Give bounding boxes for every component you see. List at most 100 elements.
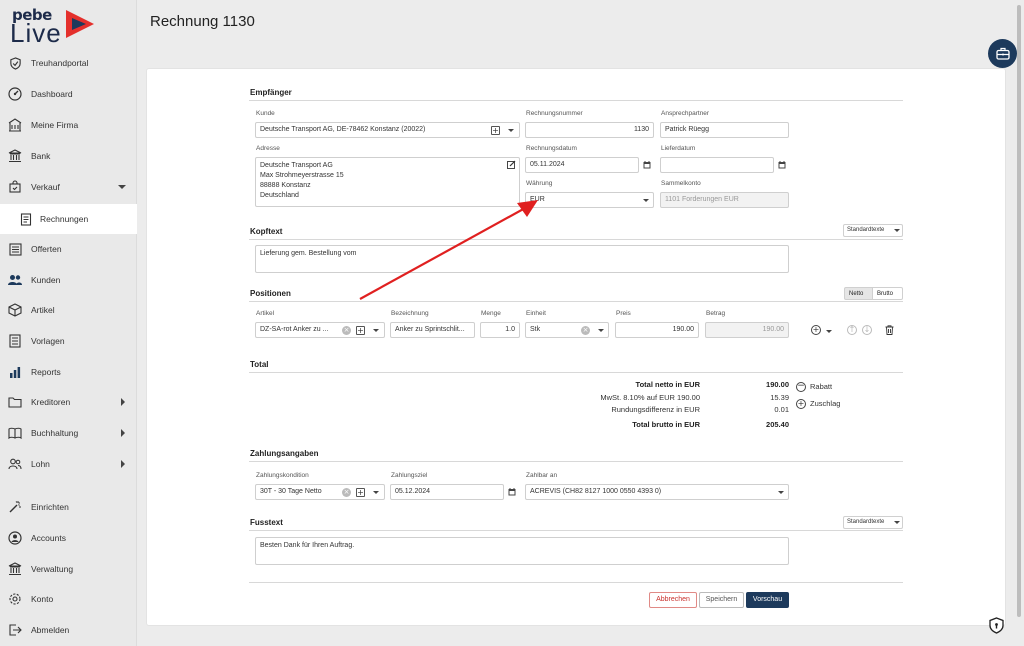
position-menge-input[interactable]: 1.0 [480, 322, 520, 338]
book-icon [8, 426, 22, 440]
rechnungsnummer-input[interactable]: 1130 [525, 122, 654, 138]
gear-icon [8, 592, 22, 606]
add-kunde-icon[interactable]: + [491, 126, 500, 135]
position-bezeichnung-input[interactable]: Anker zu Sprintschlit... [390, 322, 475, 338]
divider [249, 461, 903, 462]
netto-toggle[interactable]: Netto [844, 287, 873, 300]
chevron-down-icon[interactable] [643, 199, 649, 202]
zahlungskondition-select[interactable]: 30T - 30 Tage Netto [255, 484, 385, 500]
sidebar-item-verkauf[interactable]: Verkauf [0, 172, 137, 202]
chevron-down-icon[interactable] [826, 330, 832, 333]
zahlungsziel-input[interactable]: 05.12.2024 [390, 484, 504, 500]
abbrechen-button[interactable]: Abbrechen [649, 592, 697, 608]
vorschau-button[interactable]: Vorschau [746, 592, 789, 608]
cart-check-icon [8, 180, 22, 194]
folder-icon [8, 395, 22, 409]
calendar-icon[interactable] [778, 161, 786, 169]
total-brutto-value: 205.40 [766, 420, 789, 429]
zahlbar-an-select[interactable]: ACREVIS (CH82 8127 1000 0550 4393 0) [525, 484, 789, 500]
sidebar-item-konto[interactable]: Konto [0, 584, 137, 614]
ansprechpartner-input[interactable]: Patrick Rüegg [660, 122, 789, 138]
sidebar-item-lohn[interactable]: Lohn [0, 449, 137, 479]
chevron-down-icon[interactable] [894, 229, 900, 232]
sidebar-label: Kreditoren [31, 397, 71, 407]
privacy-shield-icon[interactable] [988, 617, 1005, 634]
kunde-select[interactable]: Deutsche Transport AG, DE-78462 Konstanz… [255, 122, 520, 138]
sidebar-item-abmelden[interactable]: Abmelden [0, 615, 137, 645]
sidebar-item-reports[interactable]: Reports [0, 357, 137, 387]
chevron-down-icon[interactable] [894, 521, 900, 524]
clear-einheit-icon[interactable]: × [581, 326, 590, 335]
sidebar-item-artikel[interactable]: Artikel [0, 295, 137, 325]
chevron-down-icon[interactable] [373, 329, 379, 332]
calendar-icon[interactable] [508, 488, 516, 496]
rundung-label: Rundungsdifferenz in EUR [611, 405, 700, 414]
calendar-icon[interactable] [643, 161, 651, 169]
sidebar-item-buchhaltung[interactable]: Buchhaltung [0, 418, 137, 448]
sidebar-label: Meine Firma [31, 120, 79, 130]
rechnungsdatum-input[interactable]: 05.11.2024 [525, 157, 639, 173]
add-position-icon[interactable]: + [811, 325, 821, 335]
col-header-betrag: Betrag [706, 310, 726, 317]
building-icon [8, 118, 22, 132]
chevron-down-icon[interactable] [508, 129, 514, 132]
help-briefcase-button[interactable] [988, 39, 1017, 68]
bank-icon [8, 149, 22, 163]
sidebar-item-accounts[interactable]: Accounts [0, 523, 137, 553]
sidebar-item-kunden[interactable]: Kunden [0, 265, 137, 295]
add-artikel-icon[interactable]: + [356, 326, 365, 335]
sidebar-item-einrichten[interactable]: Einrichten [0, 492, 137, 522]
sidebar-item-verwaltung[interactable]: Verwaltung [0, 554, 137, 584]
rabatt-link[interactable]: Rabatt [810, 382, 832, 391]
sidebar-item-rechnungen[interactable]: Rechnungen [0, 204, 137, 234]
move-down-icon[interactable]: ↓ [862, 325, 872, 335]
section-heading-kopftext: Kopftext [250, 227, 283, 236]
zahlungskondition-label: Zahlungskondition [256, 472, 309, 479]
zahlungsziel-label: Zahlungsziel [391, 472, 428, 479]
zuschlag-link[interactable]: Zuschlag [810, 399, 840, 408]
chevron-down-icon[interactable] [598, 329, 604, 332]
chevron-right-icon [121, 460, 125, 468]
position-einheit-select[interactable]: Stk [525, 322, 609, 338]
sidebar-item-offerten[interactable]: Offerten [0, 234, 137, 264]
pebe-live-logo[interactable]: pebe Live [10, 4, 120, 48]
sidebar-label: Dashboard [31, 89, 73, 99]
standardtexte-label: Standardtexte [847, 227, 885, 233]
gauge-icon [8, 87, 22, 101]
user-circle-icon [8, 531, 22, 545]
sidebar-label: Reports [31, 367, 61, 377]
sidebar-label: Abmelden [31, 625, 70, 635]
position-preis-input[interactable]: 190.00 [615, 322, 699, 338]
chevron-down-icon[interactable] [373, 491, 379, 494]
sidebar-item-kreditoren[interactable]: Kreditoren [0, 387, 137, 417]
rabatt-minus-icon[interactable]: − [796, 382, 806, 392]
move-up-icon[interactable]: ↑ [847, 325, 857, 335]
sidebar-item-dashboard[interactable]: Dashboard [0, 79, 137, 109]
mwst-value: 15.39 [770, 393, 789, 402]
lieferdatum-input[interactable] [660, 157, 774, 173]
trash-icon[interactable] [885, 325, 894, 335]
fusstext-textarea[interactable]: Besten Dank für Ihren Auftrag. [255, 537, 789, 565]
position-artikel-select[interactable]: DZ-SA-rot Anker zu ... [255, 322, 385, 338]
scrollbar[interactable] [1017, 5, 1021, 617]
waehrung-label: Währung [526, 180, 553, 187]
chevron-down-icon [118, 185, 126, 189]
sidebar-item-treuhandportal[interactable]: Treuhandportal [0, 48, 137, 78]
logo-play-icon [66, 10, 94, 38]
edit-address-icon[interactable] [507, 160, 516, 169]
chevron-right-icon [121, 398, 125, 406]
sidebar-item-meine-firma[interactable]: Meine Firma [0, 110, 137, 140]
chevron-down-icon[interactable] [778, 491, 784, 494]
chevron-right-icon [121, 429, 125, 437]
brutto-toggle[interactable]: Brutto [873, 287, 903, 300]
col-header-bezeichnung: Bezeichnung [391, 310, 429, 317]
sidebar-item-vorlagen[interactable]: Vorlagen [0, 326, 137, 356]
sidebar-item-bank[interactable]: Bank [0, 141, 137, 171]
clear-artikel-icon[interactable]: × [342, 326, 351, 335]
speichern-button[interactable]: Speichern [699, 592, 744, 608]
zuschlag-plus-icon[interactable]: + [796, 399, 806, 409]
annotation-arrow [359, 200, 538, 300]
clear-kondition-icon[interactable]: × [342, 488, 351, 497]
sidebar-label: Offerten [31, 244, 62, 254]
add-kondition-icon[interactable]: + [356, 488, 365, 497]
